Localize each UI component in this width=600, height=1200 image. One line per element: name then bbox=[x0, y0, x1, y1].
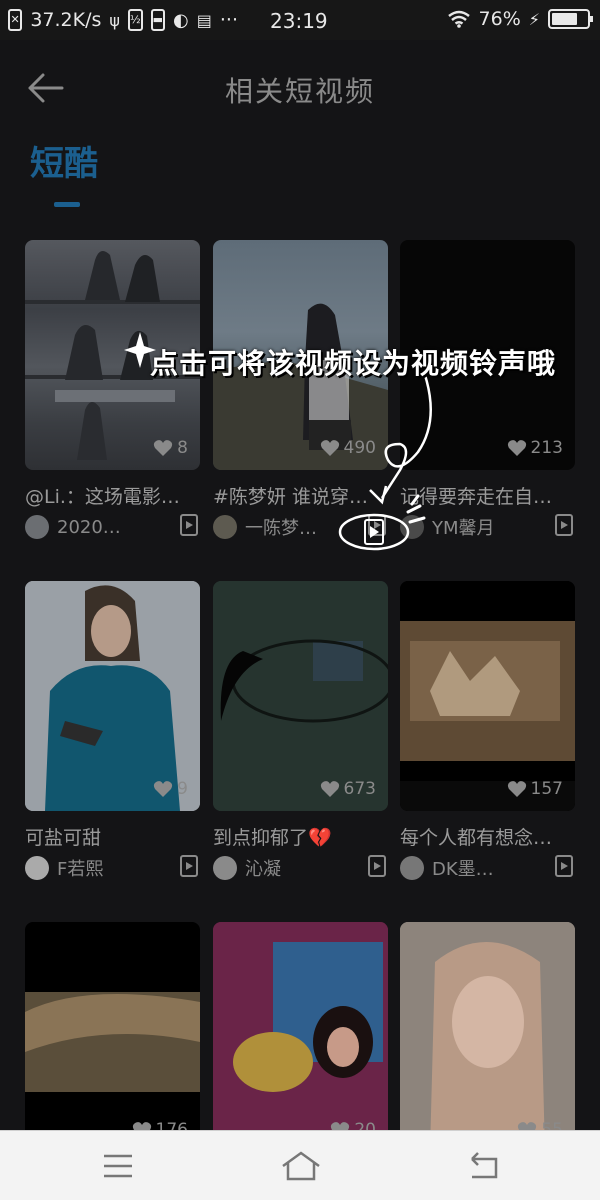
avatar[interactable] bbox=[25, 856, 49, 880]
hint-text: 点击可将该视频设为视频铃声哦 bbox=[150, 347, 557, 380]
more-notifications-icon: ··· bbox=[219, 9, 238, 31]
thumbnail-image bbox=[400, 922, 575, 1152]
usb-icon: ψ bbox=[109, 10, 120, 30]
wifi-icon bbox=[447, 10, 470, 28]
video-thumbnail[interactable]: 20 bbox=[213, 922, 388, 1152]
author-name: 2020… bbox=[57, 516, 121, 538]
network-speed: 37.2K/s bbox=[30, 9, 102, 31]
avatar[interactable] bbox=[400, 515, 424, 539]
set-ringtone-icon[interactable] bbox=[180, 855, 198, 877]
video-author[interactable]: F若熙 bbox=[25, 855, 200, 881]
video-caption: #陈梦妍 谁说穿… bbox=[213, 486, 368, 508]
like-count-value: 213 bbox=[530, 438, 563, 458]
video-caption: 可盐可甜 bbox=[25, 827, 102, 849]
video-author[interactable]: YM馨月 bbox=[400, 514, 575, 540]
author-name: F若熙 bbox=[57, 859, 104, 880]
heart-icon bbox=[320, 781, 339, 797]
battery-icon bbox=[548, 9, 593, 29]
like-count-value: 490 bbox=[343, 438, 376, 458]
clock: 23:19 bbox=[270, 9, 328, 33]
thumbnail-image bbox=[25, 581, 200, 811]
charging-icon: ⚡ bbox=[528, 9, 540, 29]
like-count: 673 bbox=[320, 779, 376, 799]
app-notification-icon: ½ bbox=[127, 9, 143, 31]
status-left: ✕ 37.2K/s ψ ½ ▬ ◐ ▤ ··· bbox=[0, 9, 238, 31]
video-thumbnail[interactable]: 176 bbox=[25, 922, 200, 1152]
author-name: YM馨月 bbox=[432, 518, 495, 539]
page-title: 相关短视频 bbox=[224, 75, 375, 108]
set-ringtone-icon[interactable] bbox=[368, 514, 386, 536]
battery-percent: 76% bbox=[478, 8, 521, 30]
status-bar: ✕ 37.2K/s ψ ½ ▬ ◐ ▤ ··· 23:19 76% ⚡ bbox=[0, 0, 600, 40]
video-thumbnail[interactable]: 55 bbox=[400, 922, 575, 1152]
video-author[interactable]: DK墨… bbox=[400, 855, 575, 881]
video-thumbnail[interactable]: 673 bbox=[213, 581, 388, 811]
heart-icon bbox=[320, 440, 339, 456]
heart-icon bbox=[507, 440, 526, 456]
thumbnail-image bbox=[400, 581, 575, 811]
status-right: 76% ⚡ bbox=[447, 8, 593, 30]
video-caption: 到点抑郁了💔 bbox=[213, 827, 332, 849]
set-ringtone-icon[interactable] bbox=[555, 514, 573, 536]
author-name: 沁凝 bbox=[245, 859, 281, 880]
author-name: 一陈梦… bbox=[245, 518, 317, 539]
tab-indicator bbox=[54, 202, 80, 207]
like-count-value: 673 bbox=[343, 779, 376, 799]
video-caption: @Li.：这场電影… bbox=[25, 486, 180, 508]
avatar[interactable] bbox=[25, 515, 49, 539]
author-name: DK墨… bbox=[432, 859, 494, 880]
like-count: 9 bbox=[153, 779, 188, 799]
avatar[interactable] bbox=[213, 856, 237, 880]
battery-fill bbox=[552, 13, 578, 25]
heart-icon bbox=[154, 440, 173, 456]
set-ringtone-icon[interactable] bbox=[180, 514, 198, 536]
like-count: 490 bbox=[320, 438, 376, 458]
avatar[interactable] bbox=[213, 515, 237, 539]
return-icon[interactable] bbox=[462, 1149, 506, 1183]
home-icon[interactable] bbox=[279, 1149, 323, 1183]
like-count: 8 bbox=[153, 438, 188, 458]
like-count: 213 bbox=[507, 438, 563, 458]
video-author[interactable]: 一陈梦… bbox=[213, 514, 388, 540]
video-caption: 记得要奔走在自… bbox=[400, 486, 553, 508]
video-author[interactable]: 沁凝 bbox=[213, 855, 388, 881]
avatar[interactable] bbox=[400, 856, 424, 880]
id-card-icon: ▬ bbox=[150, 9, 166, 31]
set-ringtone-icon[interactable] bbox=[555, 855, 573, 877]
like-count: 157 bbox=[507, 779, 563, 799]
heart-icon bbox=[154, 781, 173, 797]
heart-icon bbox=[507, 781, 526, 797]
screen: ✕ 37.2K/s ψ ½ ▬ ◐ ▤ ··· 23:19 76% ⚡ 相关短视… bbox=[0, 0, 600, 1200]
like-count-value: 9 bbox=[177, 779, 188, 799]
video-thumbnail[interactable]: 9 bbox=[25, 581, 200, 811]
video-author[interactable]: 2020… bbox=[25, 514, 200, 540]
video-caption: 每个人都有想念… bbox=[400, 827, 553, 849]
set-ringtone-icon[interactable] bbox=[368, 855, 386, 877]
like-count-value: 157 bbox=[530, 779, 563, 799]
thumbnail-image bbox=[213, 581, 388, 811]
tab-duanku[interactable]: 短酷 bbox=[30, 136, 98, 185]
system-nav-bar bbox=[0, 1130, 600, 1200]
menu-icon[interactable] bbox=[96, 1149, 140, 1183]
no-sim-icon: ✕ bbox=[8, 9, 23, 31]
print-icon: ▤ bbox=[196, 10, 212, 30]
thumbnail-image bbox=[25, 992, 200, 1092]
like-count-value: 8 bbox=[177, 438, 188, 458]
browser-icon: ◐ bbox=[173, 9, 189, 31]
video-thumbnail[interactable]: 157 bbox=[400, 581, 575, 811]
thumbnail-image bbox=[213, 922, 388, 1152]
